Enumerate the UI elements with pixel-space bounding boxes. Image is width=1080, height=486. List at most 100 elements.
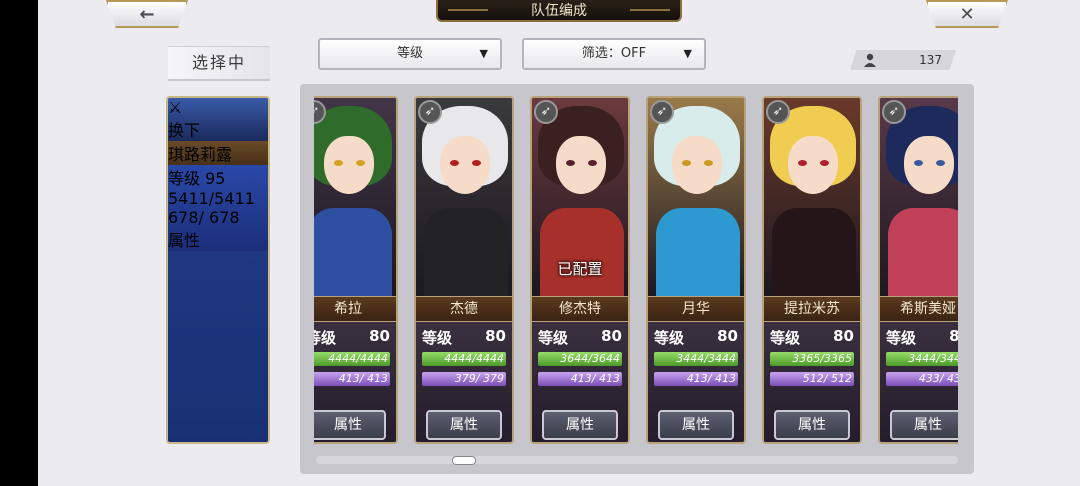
unit-mp: 512/ 512 <box>770 372 854 386</box>
filter-dropdown-value: 筛选：OFF <box>581 46 647 61</box>
unit-body <box>314 208 392 298</box>
unit-level-label: 等级 <box>538 329 569 347</box>
unit-eye <box>704 160 713 166</box>
unit-mp: 379/ 379 <box>422 372 506 386</box>
unit-eye <box>356 160 365 166</box>
unit-portrait: ➶ <box>764 98 860 298</box>
unit-eye <box>588 160 597 166</box>
unit-level-label: 等级 <box>654 329 685 347</box>
unit-level: 95 <box>205 169 226 188</box>
weapon-type-icon: ➶ <box>882 100 906 124</box>
unit-stats: 等级 80 3444/3444 413/ 413 属性 <box>648 322 744 442</box>
unit-card[interactable]: ➶ 希斯美娅等级 80 3444/3444 433/ 433 属性 <box>878 96 958 444</box>
unit-hp: 3644/3644 <box>538 352 622 366</box>
unit-stats: 等级 80 3365/3365 512/ 512 属性 <box>764 322 860 442</box>
attributes-button[interactable]: 属性 <box>168 227 268 251</box>
scroll-thumb[interactable] <box>451 456 476 465</box>
unit-body <box>888 208 958 298</box>
unit-eye <box>682 160 691 166</box>
unit-name: 杰德 <box>416 296 512 322</box>
unit-name: 月华 <box>648 296 744 322</box>
unit-level-row: 等级 95 <box>168 165 268 189</box>
unit-eye <box>566 160 575 166</box>
chevron-down-icon: ▼ <box>683 47 692 60</box>
unit-name: 提拉米苏 <box>764 296 860 322</box>
unit-status-overlay: 换下 <box>168 121 201 140</box>
unit-level-row: 等级 80 <box>314 324 390 348</box>
unit-eye <box>936 160 945 166</box>
unit-stats: 等级 80 3444/3444 433/ 433 属性 <box>880 322 958 442</box>
unit-list-scrollbar[interactable] <box>316 456 958 464</box>
unit-hp: 3444/3444 <box>654 352 738 366</box>
unit-level: 80 <box>601 327 622 345</box>
user-icon <box>864 53 876 67</box>
close-button[interactable]: ✕ <box>926 0 1008 28</box>
weapon-type-icon: ➶ <box>534 100 558 124</box>
attributes-button[interactable]: 属性 <box>426 410 502 440</box>
unit-portrait: ➶ <box>648 98 744 298</box>
unit-eye <box>914 160 923 166</box>
unit-eye <box>798 160 807 166</box>
unit-body <box>424 208 508 298</box>
unit-portrait: ➶ <box>314 98 396 298</box>
unit-level: 80 <box>717 327 738 345</box>
unit-portrait: ⚔ 换下 <box>168 98 268 141</box>
unit-hp: 4444/4444 <box>422 352 506 366</box>
unit-face <box>672 136 722 194</box>
unit-level: 80 <box>369 327 390 345</box>
unit-status-overlay: 已配置 <box>557 260 603 278</box>
unit-mp: 413/ 413 <box>654 372 738 386</box>
unit-card[interactable]: ➶ 月华等级 80 3444/3444 413/ 413 属性 <box>646 96 746 444</box>
unit-stats: 等级 95 5411/5411 678/ 678 属性 <box>168 165 268 251</box>
unit-body <box>656 208 740 298</box>
unit-mp: 433/ 433 <box>886 372 958 386</box>
weapon-type-icon: ➶ <box>766 100 790 124</box>
unit-level: 80 <box>949 327 958 345</box>
attributes-button[interactable]: 属性 <box>774 410 850 440</box>
screen: ← 队伍编成 ✕ 选择中 等级 ▼ 筛选：OFF ▼ 137 ⚔ 换下 琪路莉露 <box>38 0 1080 486</box>
unit-level-label: 等级 <box>314 329 337 347</box>
unit-eye <box>820 160 829 166</box>
unit-level-label: 等级 <box>422 329 453 347</box>
back-button[interactable]: ← <box>106 0 188 28</box>
attributes-button[interactable]: 属性 <box>658 410 734 440</box>
unit-mp: 413/ 413 <box>538 372 622 386</box>
unit-face <box>904 136 954 194</box>
chevron-down-icon: ▼ <box>479 47 488 60</box>
sort-dropdown-value: 等级 <box>396 46 423 61</box>
unit-hp: 5411/5411 <box>168 189 255 208</box>
unit-card[interactable]: ➶ 杰德等级 80 4444/4444 379/ 379 属性 <box>414 96 514 444</box>
unit-level-label: 等级 <box>770 329 801 347</box>
attributes-button[interactable]: 属性 <box>890 410 958 440</box>
unit-face <box>788 136 838 194</box>
page-title: 队伍编成 <box>436 0 682 22</box>
sort-dropdown[interactable]: 等级 ▼ <box>318 38 502 70</box>
unit-portrait: ➶ <box>880 98 958 298</box>
unit-mp: 678/ 678 <box>168 208 240 227</box>
unit-level: 80 <box>485 327 506 345</box>
unit-eye <box>450 160 459 166</box>
attributes-button[interactable]: 属性 <box>314 410 386 440</box>
unit-level-row: 等级 80 <box>538 324 622 348</box>
unit-count-badge: 137 <box>850 50 956 70</box>
unit-level-label: 等级 <box>886 329 917 347</box>
unit-list[interactable]: ➶希拉等级804444/4444413/ 413属性➶杰德等级804444/44… <box>314 90 958 450</box>
unit-body <box>772 208 856 298</box>
arrow-left-icon: ← <box>139 3 155 25</box>
unit-face <box>324 136 374 194</box>
unit-portrait: ➶ 已配置 <box>532 98 628 298</box>
unit-body <box>540 208 624 298</box>
unit-stats: 等级 80 4444/4444 379/ 379 属性 <box>416 322 512 442</box>
selected-unit-card[interactable]: ⚔ 换下 琪路莉露 等级 95 5411/5411 678/ 678 属性 <box>166 96 270 444</box>
unit-mp: 413/ 413 <box>314 372 390 386</box>
unit-count: 137 <box>919 53 942 67</box>
unit-card[interactable]: ➶希拉等级 80 4444/4444 413/ 413 属性 <box>314 96 398 444</box>
filter-dropdown[interactable]: 筛选：OFF ▼ <box>522 38 706 70</box>
unit-level-row: 等级 80 <box>886 324 958 348</box>
unit-hp: 4444/4444 <box>314 352 390 366</box>
unit-portrait: ➶ <box>416 98 512 298</box>
unit-name: 琪路莉露 <box>168 141 268 165</box>
unit-card[interactable]: ➶ 提拉米苏 等级 80 3365/3365 512/ 512 属性 <box>762 96 862 444</box>
attributes-button[interactable]: 属性 <box>542 410 618 440</box>
unit-card[interactable]: ➶ 已配置 修杰特 等级 80 3644/3644 413/ 413 属性 <box>530 96 630 444</box>
